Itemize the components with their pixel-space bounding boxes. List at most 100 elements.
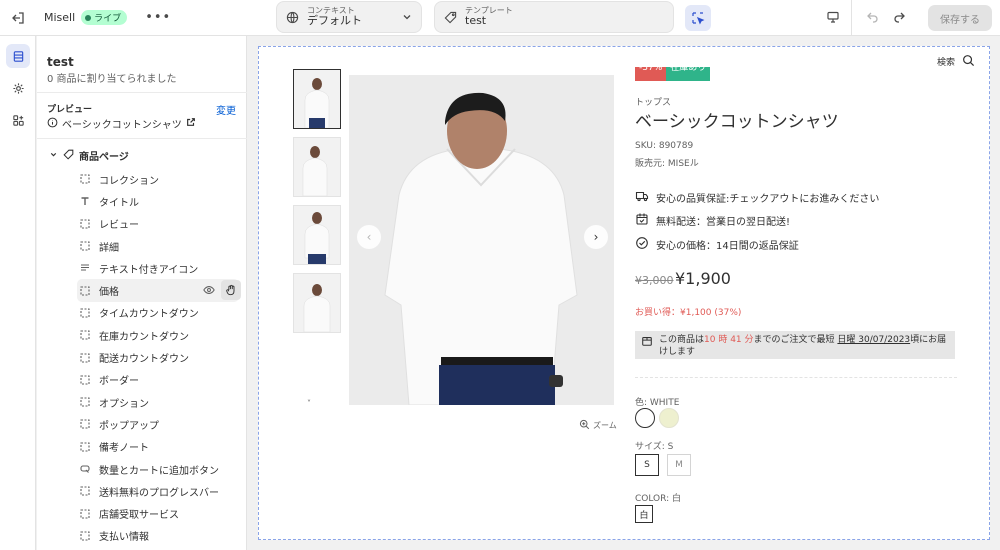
dashed-square-icon [80,286,90,296]
product-title: ベーシックコットンシャツ [635,112,839,132]
eye-icon[interactable] [203,284,215,299]
dashed-square-icon [80,442,90,452]
dashed-square-icon [80,531,90,541]
tag-icon [435,11,465,24]
product-vendor: 販売元: MISEル [635,159,699,169]
more-actions-button[interactable]: ••• [145,10,171,25]
status-dot-icon [85,14,92,21]
block-item[interactable]: ポップアップ [77,413,239,435]
search-link[interactable]: 検索 [937,55,955,68]
block-item[interactable]: タイムカウントダウン [77,302,239,324]
storefront-preview: 検索 ˅ ‹ › ズーム -37% 在庫あり トップス ベーシックコットンシャツ… [258,46,990,540]
dashed-square-icon [80,330,90,340]
color-swatch-cream[interactable] [659,408,679,428]
preview-label: プレビュー [47,105,93,115]
change-preview-link[interactable]: 変更 [216,102,236,117]
top-bar: Misell ライブ ••• コンテキスト デフォルト テンプレート test [0,0,1000,36]
dashed-square-icon [80,219,90,229]
block-item[interactable]: 在庫カウントダウン [77,324,239,346]
thumbnail-image[interactable] [293,273,341,333]
left-rail [0,36,36,550]
block-item-label: 在庫カウントダウン [99,331,189,343]
external-link-icon[interactable] [186,117,196,130]
calendar-icon [635,212,649,229]
size-option-label: サイズ: S [635,442,674,452]
product-price: ¥1,900 [675,269,731,288]
template-value: test [465,14,487,28]
exit-icon[interactable] [0,0,36,36]
block-item-label: 価格 [99,287,119,299]
block-item[interactable]: 配送カウントダウン [77,346,239,368]
chevron-down-icon [401,11,413,26]
redo-icon[interactable] [892,10,906,27]
block-item[interactable]: 支払い情報 [77,525,239,547]
block-item[interactable]: ボーダー [77,369,239,391]
block-item[interactable]: 備考ノート [77,436,239,458]
material-option-label: COLOR: 白 [635,494,682,504]
preview-product: ベーシックコットンシャツ [47,116,196,131]
block-item[interactable]: レビュー [77,213,239,235]
tag-icon [63,149,74,163]
saving-amount: お買い得：¥1,100 (37%) [635,308,742,318]
feature-shipping: 無料配送：営業日の翌日配送! [635,212,790,229]
previous-image-button[interactable]: ‹ [357,225,381,249]
block-item[interactable]: 店舗受取サービス [77,502,239,524]
dashed-square-icon [80,397,90,407]
inspector-cursor-icon[interactable] [685,5,711,31]
product-sku: SKU: 890789 [635,141,694,151]
size-option-m[interactable]: M [667,454,691,476]
save-button[interactable]: 保存する [928,5,992,31]
product-badges: -37% 在庫あり [635,67,711,81]
template-select[interactable]: テンプレート test [434,1,674,33]
context-select[interactable]: コンテキスト デフォルト [276,1,422,33]
drag-handle-icon[interactable] [221,280,241,301]
block-item-label: 備考ノート [99,443,149,455]
block-item-label: 配送カウントダウン [99,354,189,366]
zoom-button[interactable]: ズーム [579,419,617,432]
block-item-label: オプション [99,398,149,410]
assigned-count: 0 商品に割り当てられました [47,74,177,85]
next-image-button[interactable]: › [584,225,608,249]
product-main-image[interactable] [349,75,614,405]
block-item-label: 送料無料のプログレスバー [99,487,219,499]
color-swatch-white[interactable] [635,408,655,428]
block-item-label: 支払い情報 [99,532,149,544]
compare-at-price: ¥3,000 [635,274,674,287]
block-item-label: 詳細 [99,242,119,254]
block-item[interactable]: テキスト付きアイコン [77,257,239,279]
chevron-down-icon[interactable]: ˅ [307,399,311,408]
block-item-label: ボーダー [99,376,139,388]
block-item[interactable]: 詳細 [77,235,239,257]
chevron-down-icon[interactable] [49,150,58,162]
block-item-label: コレクション [99,175,159,187]
block-item[interactable]: オプション [77,391,239,413]
desktop-preview-icon[interactable] [826,10,840,27]
zoom-icon [579,419,590,432]
color-option-label: 色: WHITE [635,398,680,408]
template-title: test [47,55,74,69]
block-item[interactable]: コレクション [77,168,239,190]
thumbnail-image[interactable] [293,205,341,265]
undo-icon[interactable] [866,10,880,27]
size-option-s[interactable]: S [635,454,659,476]
block-item[interactable]: 価格 [77,279,241,302]
block-item[interactable]: タイトル [77,190,239,212]
check-circle-icon [635,236,649,253]
globe-icon [277,11,307,24]
product-page-section[interactable]: 商品ページ [49,148,129,163]
block-item-label: テキスト付きアイコン [99,264,199,276]
sections-icon[interactable] [6,44,30,68]
text-lines-icon [80,263,90,273]
text-t-icon [80,196,90,206]
search-icon[interactable] [962,54,975,70]
block-item[interactable]: 数量とカートに追加ボタン [77,458,239,480]
feature-quality: 安心の品質保証:チェックアウトにお進みください [635,189,879,206]
thumbnail-image[interactable] [293,137,341,197]
thumbnail-image[interactable] [293,69,341,129]
gear-icon[interactable] [6,76,30,100]
store-name: Misell [44,11,76,24]
block-item[interactable]: 送料無料のプログレスバー [77,480,239,502]
apps-icon[interactable] [6,108,30,132]
dashed-square-icon [80,241,90,251]
material-option-white[interactable]: 白 [635,505,653,523]
